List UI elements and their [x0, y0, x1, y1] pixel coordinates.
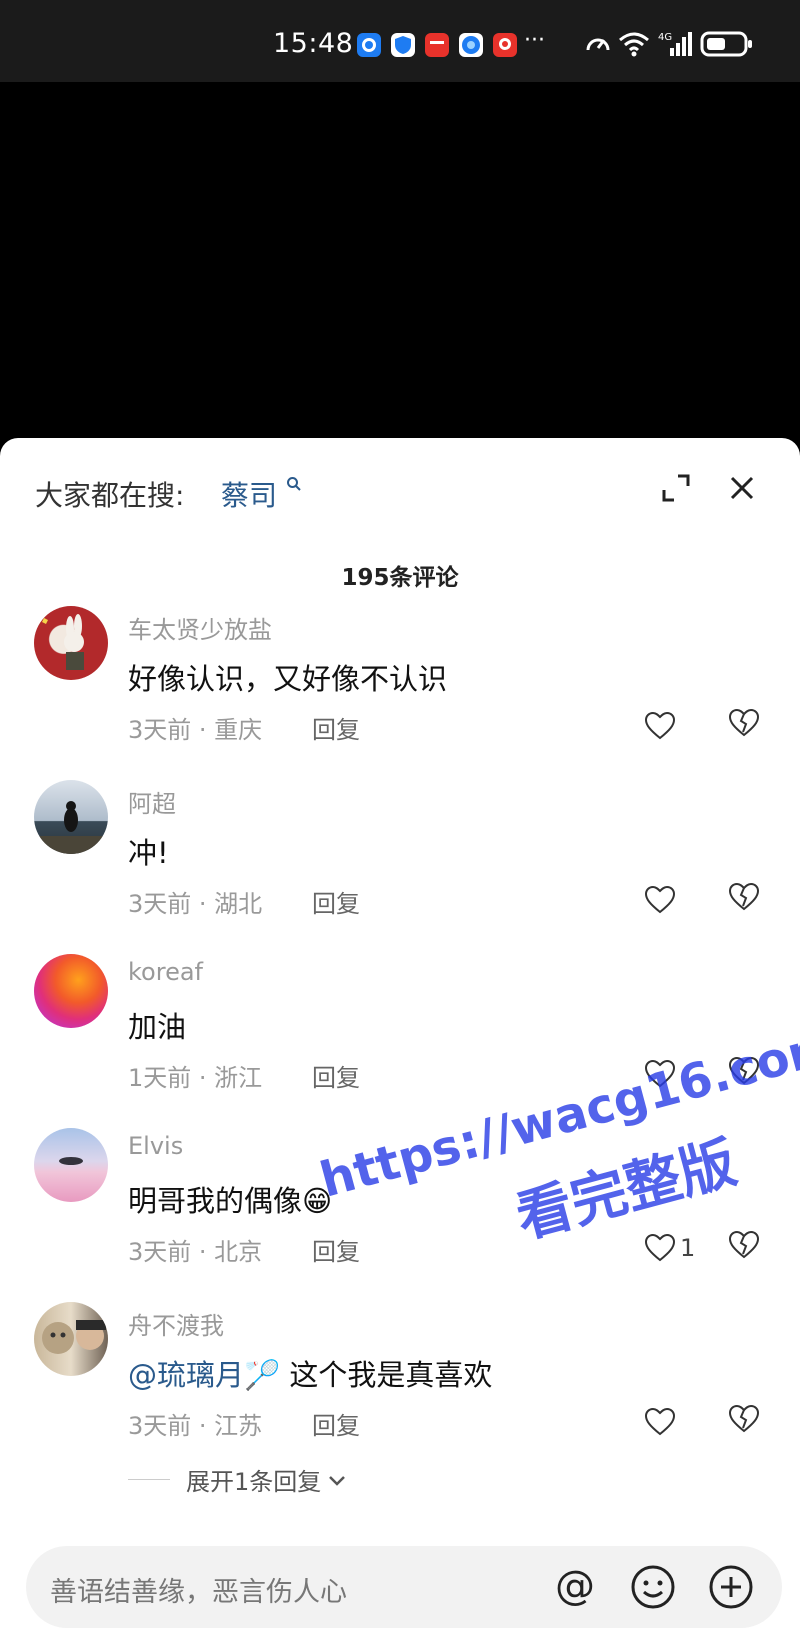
- comment-username[interactable]: 舟不渡我: [128, 1306, 224, 1341]
- heart-icon: [644, 885, 676, 914]
- comment-input[interactable]: 善语结善缘，恶言伤人心: [50, 1570, 347, 1609]
- close-icon[interactable]: [722, 468, 762, 508]
- reply-button[interactable]: 回复: [312, 1406, 360, 1441]
- status-time: 15:48: [273, 28, 354, 59]
- svg-text:4G: 4G: [658, 32, 672, 43]
- comment-meta: 3天前 · 湖北: [128, 890, 263, 918]
- browser-icon: [459, 33, 483, 57]
- comment-text: 明哥我的偶像😁: [128, 1184, 333, 1218]
- reply-button[interactable]: 回复: [312, 1232, 360, 1267]
- heart-icon: [644, 1059, 676, 1088]
- comment-sheet: 大家都在搜: 蔡司 195条评论 车太贤少放盐 好像认识，又好像不认识 3天前 …: [0, 438, 800, 1649]
- comment-text: 冲!: [128, 836, 169, 870]
- chevron-down-icon: [329, 1475, 346, 1486]
- broken-heart-icon[interactable]: [728, 882, 764, 918]
- avatar[interactable]: [34, 954, 108, 1028]
- like-count: 1: [680, 1234, 696, 1262]
- comment-username[interactable]: 阿超: [128, 784, 176, 819]
- svg-text:@: @: [555, 1563, 595, 1609]
- reply-button[interactable]: 回复: [312, 1058, 360, 1093]
- comment-item: koreaf 加油 1天前 · 浙江 回复: [0, 954, 800, 1128]
- broken-heart-icon[interactable]: [728, 1404, 764, 1440]
- shield-icon: [391, 33, 415, 57]
- avatar[interactable]: [34, 1128, 108, 1202]
- like-button[interactable]: [644, 708, 680, 744]
- comment-username[interactable]: koreaf: [128, 958, 203, 986]
- comment-item: Elvis 明哥我的偶像😁 3天前 · 北京 回复 1: [0, 1128, 800, 1302]
- comment-meta: 1天前 · 浙江: [128, 1064, 263, 1092]
- battery-icon: [700, 30, 754, 62]
- expand-replies-button[interactable]: 展开1条回复: [128, 1462, 349, 1497]
- reply-button[interactable]: 回复: [312, 884, 360, 919]
- message-icon: [357, 33, 381, 57]
- like-button[interactable]: [644, 882, 680, 918]
- comment-item: 舟不渡我 @琉璃月🏸 这个我是真喜欢 3天前 · 江苏 回复: [0, 1302, 800, 1476]
- emoji-icon[interactable]: [628, 1562, 678, 1612]
- search-suggestion-link[interactable]: 蔡司: [221, 474, 277, 514]
- comment-text: 加油: [128, 1010, 187, 1044]
- divider: [128, 1479, 170, 1480]
- comment-item: 阿超 冲! 3天前 · 湖北 回复: [0, 780, 800, 954]
- broken-heart-icon[interactable]: [728, 1056, 764, 1092]
- wifi-icon: [618, 30, 650, 62]
- comment-count-title: 195条评论: [341, 565, 459, 591]
- mention-link[interactable]: @琉璃月🏸: [128, 1358, 280, 1392]
- comment-meta: 3天前 · 江苏: [128, 1412, 263, 1440]
- more-notifications: ···: [524, 28, 545, 53]
- speed-icon: [584, 30, 612, 62]
- heart-icon: [644, 1407, 676, 1436]
- comment-text: 好像认识，又好像不认识: [128, 662, 448, 696]
- comment-username[interactable]: 车太贤少放盐: [128, 610, 272, 645]
- add-icon[interactable]: [706, 1562, 756, 1612]
- avatar[interactable]: [34, 1302, 108, 1376]
- app-icon: [493, 33, 517, 57]
- avatar[interactable]: [34, 606, 108, 680]
- heart-icon: [644, 711, 676, 740]
- search-icon: [286, 476, 302, 496]
- comment-meta: 3天前 · 北京: [128, 1238, 263, 1266]
- broken-heart-icon[interactable]: [728, 708, 764, 744]
- status-bar: 15:48 ··· 4G: [0, 0, 800, 82]
- comment-input-bar[interactable]: 善语结善缘，恶言伤人心 @: [26, 1546, 782, 1628]
- at-mention-icon[interactable]: @: [550, 1562, 600, 1612]
- comment-meta: 3天前 · 重庆: [128, 716, 263, 744]
- like-button[interactable]: [644, 1056, 680, 1092]
- like-button[interactable]: 1: [644, 1230, 695, 1266]
- reply-button[interactable]: 回复: [312, 710, 360, 745]
- avatar[interactable]: [34, 780, 108, 854]
- search-hint-label: 大家都在搜:: [35, 479, 185, 512]
- comment-item: 车太贤少放盐 好像认识，又好像不认识 3天前 · 重庆 回复: [0, 606, 800, 780]
- expand-replies-label: 展开1条回复: [186, 1468, 322, 1496]
- comment-username[interactable]: Elvis: [128, 1132, 183, 1160]
- heart-icon: [644, 1233, 676, 1262]
- broken-heart-icon[interactable]: [728, 1230, 764, 1266]
- like-button[interactable]: [644, 1404, 680, 1440]
- 4g-signal-icon: 4G: [658, 30, 692, 62]
- fullscreen-icon[interactable]: [656, 468, 696, 508]
- comment-text: @琉璃月🏸 这个我是真喜欢: [128, 1352, 492, 1394]
- shop-icon: [425, 33, 449, 57]
- comment-text-body: 这个我是真喜欢: [280, 1358, 493, 1392]
